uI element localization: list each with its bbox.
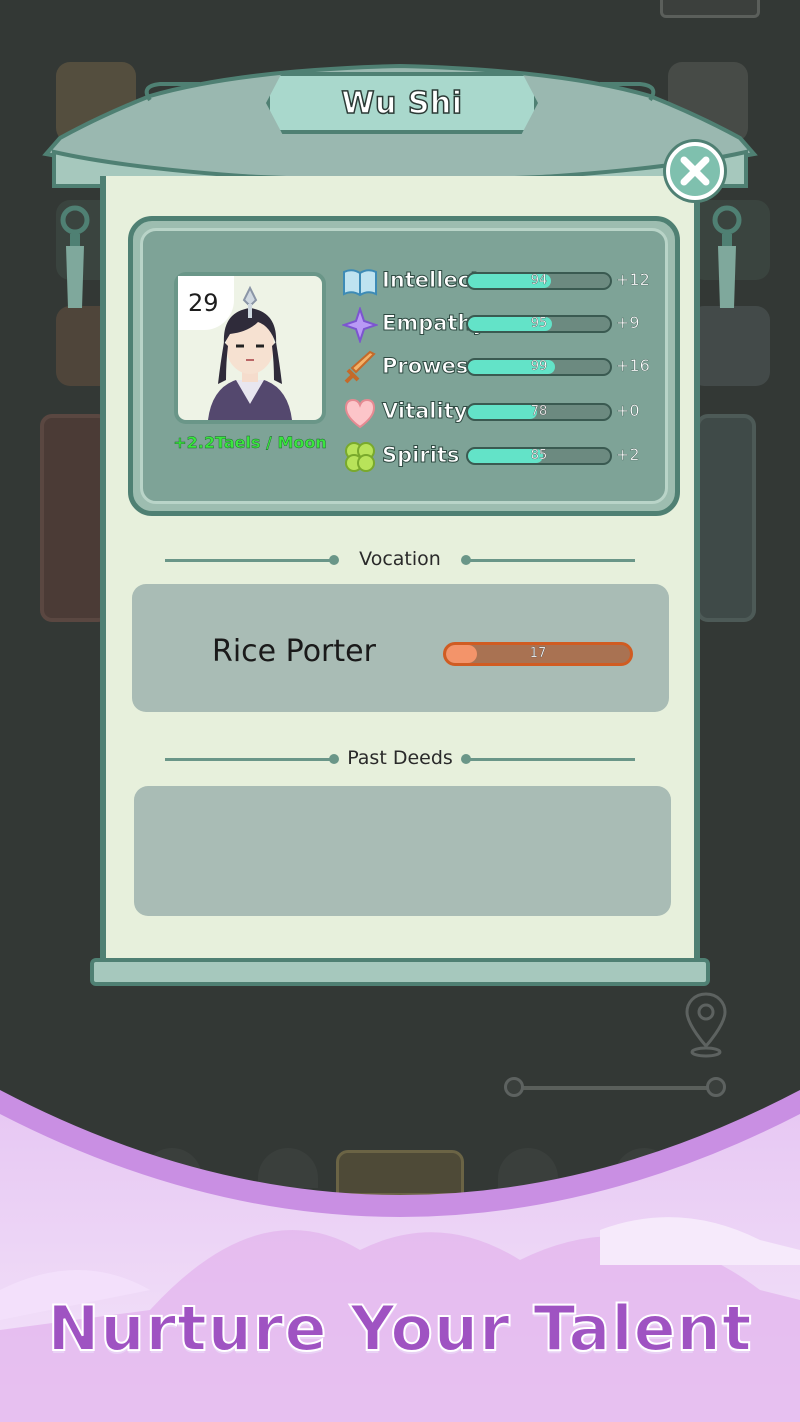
vocation-name: Rice Porter — [212, 634, 376, 669]
map-pin-icon — [685, 992, 727, 1058]
stat-name: Vitality — [381, 399, 468, 424]
stat-row-spirits: Spirits 85 +2 — [342, 437, 652, 477]
stat-bonus: +16 — [616, 356, 650, 375]
treasure-icon — [690, 306, 770, 386]
stat-value: 95 — [530, 316, 548, 331]
vocation-heading: Vocation — [165, 546, 635, 574]
stat-bar: 94 — [466, 272, 612, 290]
past-deeds-heading-text: Past Deeds — [347, 747, 453, 769]
right-side-card — [696, 414, 756, 622]
close-button[interactable] — [666, 142, 724, 200]
sword-icon — [344, 350, 376, 384]
top-right-tab — [660, 0, 760, 18]
stat-bar: 78 — [466, 403, 612, 421]
vocation-progress-value: 17 — [529, 646, 547, 661]
dialog-title: Wu Shi — [341, 85, 463, 122]
stat-name: Spirits — [381, 443, 460, 468]
dialog-scroll-bottom — [90, 958, 710, 986]
right-tassel-icon — [712, 205, 742, 308]
stat-bonus: +12 — [616, 270, 650, 289]
promo-headline: Nurture Your Talent — [47, 1291, 753, 1366]
stat-bonus: +9 — [616, 313, 640, 332]
heart-icon — [344, 398, 376, 429]
stat-row-empathy: Empathy 95 +9 — [342, 305, 652, 345]
stat-bar: 99 — [466, 358, 612, 376]
stat-row-intellect: Intellect 94 +12 — [342, 262, 652, 302]
stat-bar: 85 — [466, 447, 612, 465]
stat-row-vitality: Vitality 78 +0 — [342, 393, 652, 433]
left-tassel-icon — [60, 205, 90, 308]
vocation-heading-text: Vocation — [359, 548, 441, 570]
clover-icon — [345, 442, 375, 472]
stat-value: 99 — [530, 359, 548, 374]
stat-bar: 95 — [466, 315, 612, 333]
past-deeds-box — [134, 786, 671, 916]
sparkle-icon — [342, 307, 378, 343]
stat-bonus: +0 — [616, 401, 640, 420]
vocation-progress-bar: 17 — [443, 642, 633, 666]
stat-value: 85 — [530, 448, 548, 463]
stat-bonus: +2 — [616, 445, 640, 464]
stat-row-prowess: Prowess 99 +16 — [342, 348, 652, 388]
stat-value: 78 — [530, 404, 548, 419]
stat-value: 94 — [530, 273, 548, 288]
past-deeds-heading: Past Deeds — [165, 745, 635, 773]
income-text: +2.2Taels / Moon — [173, 433, 327, 452]
book-icon — [343, 269, 377, 297]
promo-banner — [0, 1090, 800, 1422]
close-icon — [680, 156, 710, 186]
